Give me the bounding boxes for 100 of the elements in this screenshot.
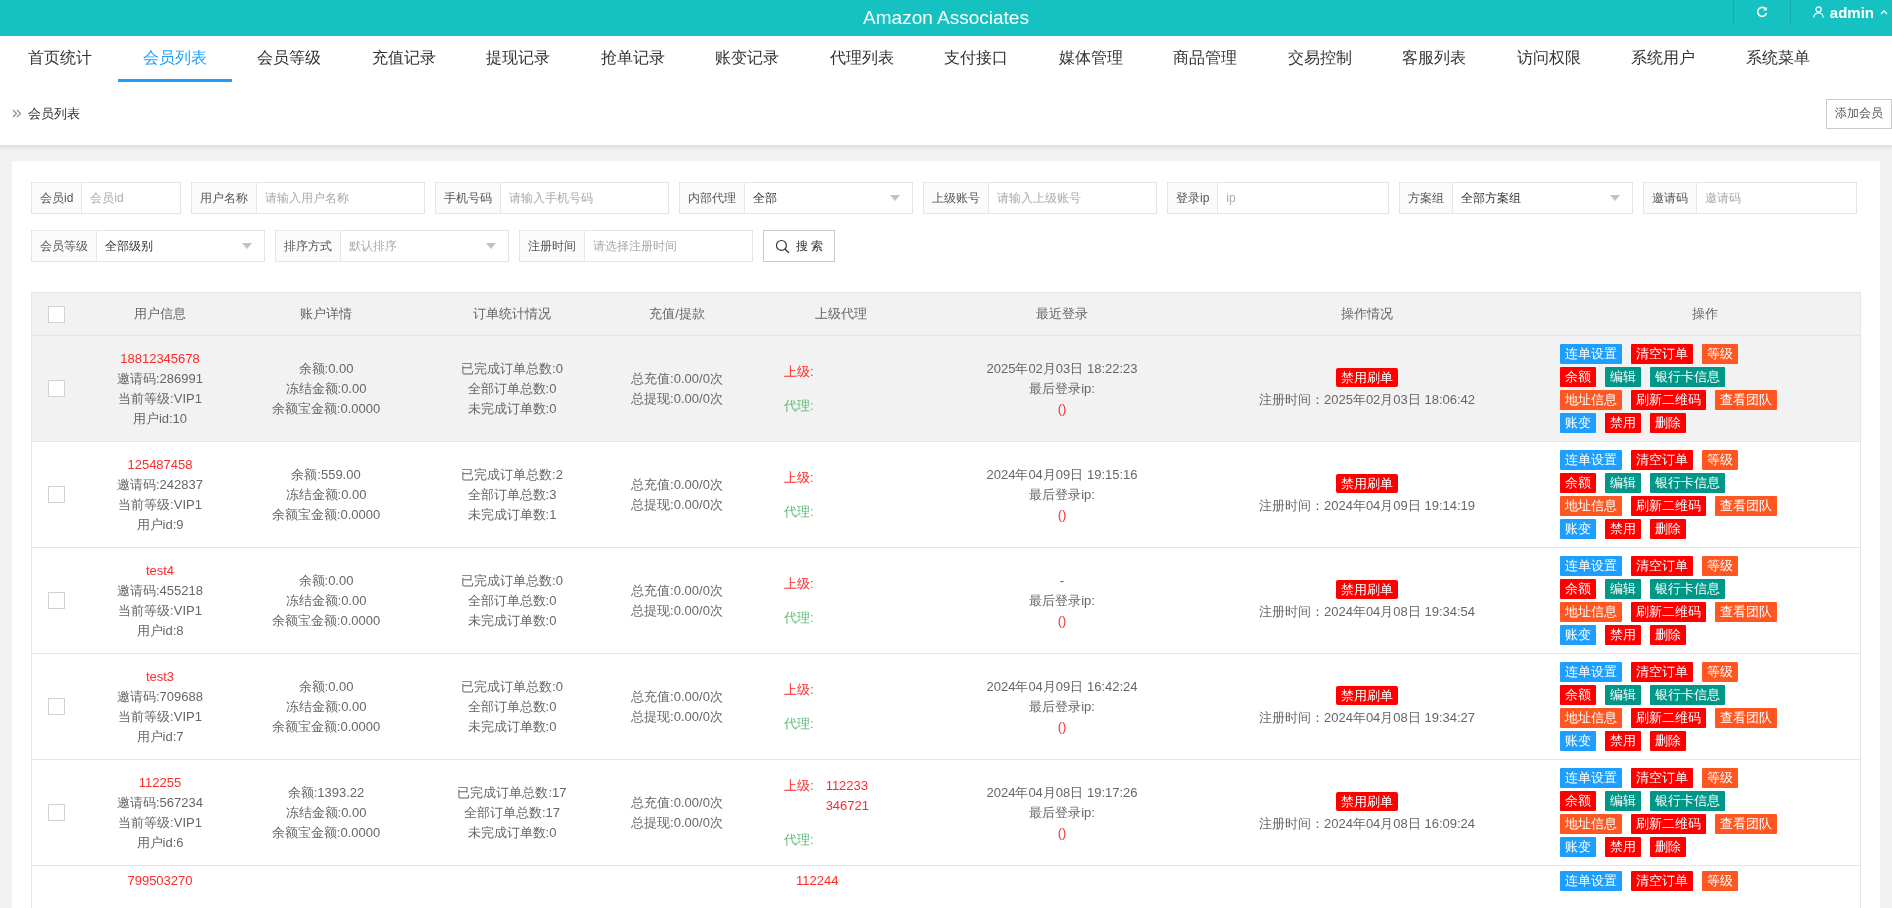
action-button[interactable]: 清空订单 xyxy=(1631,662,1693,682)
action-button[interactable]: 删除 xyxy=(1650,519,1686,539)
nav-tab[interactable]: 媒体管理 xyxy=(1033,36,1148,82)
action-button[interactable]: 删除 xyxy=(1650,731,1686,751)
nav-tab[interactable]: 充值记录 xyxy=(346,36,461,82)
action-button[interactable]: 银行卡信息 xyxy=(1650,473,1725,493)
action-button[interactable]: 清空订单 xyxy=(1631,871,1693,891)
action-button[interactable]: 余额 xyxy=(1560,473,1596,493)
nav-tab[interactable]: 首页统计 xyxy=(3,36,118,82)
nav-tab[interactable]: 交易控制 xyxy=(1262,36,1377,82)
action-button[interactable]: 账变 xyxy=(1560,837,1596,857)
action-button[interactable]: 编辑 xyxy=(1605,791,1641,811)
nav-tab[interactable]: 抢单记录 xyxy=(575,36,690,82)
action-button[interactable]: 余额 xyxy=(1560,367,1596,387)
action-button[interactable]: 查看团队 xyxy=(1715,814,1777,834)
action-button[interactable]: 查看团队 xyxy=(1715,708,1777,728)
action-button[interactable]: 账变 xyxy=(1560,731,1596,751)
row-checkbox[interactable] xyxy=(47,804,65,821)
action-button[interactable]: 连单设置 xyxy=(1560,662,1622,682)
action-button[interactable]: 余额 xyxy=(1560,791,1596,811)
nav-tab[interactable]: 会员等级 xyxy=(232,36,347,82)
action-button[interactable]: 禁用 xyxy=(1605,837,1641,857)
action-button[interactable]: 禁用 xyxy=(1605,519,1641,539)
user-menu-button[interactable]: admin xyxy=(1789,0,1892,24)
row-checkbox[interactable] xyxy=(47,486,65,503)
action-button[interactable]: 账变 xyxy=(1560,519,1596,539)
action-button[interactable]: 连单设置 xyxy=(1560,450,1622,470)
action-button[interactable]: 刷新二维码 xyxy=(1631,814,1706,834)
action-button[interactable]: 清空订单 xyxy=(1631,450,1693,470)
action-button[interactable]: 连单设置 xyxy=(1560,556,1622,576)
action-button[interactable]: 等级 xyxy=(1702,871,1738,891)
filter-field[interactable]: 邀请码 邀请码 xyxy=(1643,182,1857,214)
action-button[interactable]: 地址信息 xyxy=(1560,496,1622,516)
filter-field[interactable]: 会员等级 全部级别 xyxy=(31,230,265,262)
action-button[interactable]: 删除 xyxy=(1650,837,1686,857)
action-button[interactable]: 刷新二维码 xyxy=(1631,602,1706,622)
nav-tab[interactable]: 账变记录 xyxy=(690,36,805,82)
action-button[interactable]: 刷新二维码 xyxy=(1631,496,1706,516)
action-button[interactable]: 地址信息 xyxy=(1560,390,1622,410)
action-button[interactable]: 连单设置 xyxy=(1560,344,1622,364)
action-button[interactable]: 禁用 xyxy=(1605,413,1641,433)
action-button[interactable]: 禁用 xyxy=(1605,625,1641,645)
nav-tab[interactable]: 支付接口 xyxy=(919,36,1034,82)
filter-field[interactable]: 内部代理 全部 xyxy=(679,182,913,214)
action-button[interactable]: 清空订单 xyxy=(1631,344,1693,364)
action-button[interactable]: 银行卡信息 xyxy=(1650,367,1725,387)
action-button[interactable]: 清空订单 xyxy=(1631,556,1693,576)
action-button[interactable]: 编辑 xyxy=(1605,685,1641,705)
action-button[interactable]: 刷新二维码 xyxy=(1631,708,1706,728)
breadcrumb[interactable]: 会员列表 xyxy=(28,104,80,123)
filter-field[interactable]: 注册时间 请选择注册时间 xyxy=(519,230,753,262)
action-button[interactable]: 账变 xyxy=(1560,625,1596,645)
action-button[interactable]: 银行卡信息 xyxy=(1650,791,1725,811)
action-button[interactable]: 地址信息 xyxy=(1560,708,1622,728)
action-button[interactable]: 连单设置 xyxy=(1560,871,1622,891)
row-checkbox[interactable] xyxy=(47,380,65,397)
filter-field[interactable]: 方案组 全部方案组 xyxy=(1399,182,1633,214)
action-button[interactable]: 查看团队 xyxy=(1715,602,1777,622)
action-button[interactable]: 等级 xyxy=(1702,662,1738,682)
action-button[interactable]: 等级 xyxy=(1702,450,1738,470)
filter-field[interactable]: 手机号码 请输入手机号码 xyxy=(435,182,669,214)
nav-tab[interactable]: 提现记录 xyxy=(461,36,576,82)
action-button[interactable]: 刷新二维码 xyxy=(1631,390,1706,410)
action-button[interactable]: 清空订单 xyxy=(1631,768,1693,788)
nav-tab[interactable]: 代理列表 xyxy=(804,36,919,82)
filter-field[interactable]: 登录ip ip xyxy=(1167,182,1389,214)
action-button[interactable]: 删除 xyxy=(1650,625,1686,645)
action-button[interactable]: 余额 xyxy=(1560,579,1596,599)
nav-tab[interactable]: 系统菜单 xyxy=(1720,36,1835,82)
nav-tab[interactable]: 系统用户 xyxy=(1606,36,1721,82)
select-all-checkbox[interactable] xyxy=(47,305,65,323)
search-button[interactable]: 搜 索 xyxy=(763,230,836,262)
action-button[interactable]: 地址信息 xyxy=(1560,814,1622,834)
row-checkbox[interactable] xyxy=(47,698,65,715)
funds-stat: 总提现:0.00/0次 xyxy=(631,495,723,514)
action-button[interactable]: 等级 xyxy=(1702,768,1738,788)
action-button[interactable]: 余额 xyxy=(1560,685,1596,705)
filter-field[interactable]: 排序方式 默认排序 xyxy=(275,230,509,262)
action-button[interactable]: 地址信息 xyxy=(1560,602,1622,622)
nav-tab[interactable]: 访问权限 xyxy=(1491,36,1606,82)
add-member-button[interactable]: 添加会员 xyxy=(1826,98,1892,129)
filter-field[interactable]: 用户名称 请输入用户名称 xyxy=(191,182,425,214)
action-button[interactable]: 删除 xyxy=(1650,413,1686,433)
filter-field[interactable]: 会员id 会员id xyxy=(31,182,181,214)
action-button[interactable]: 查看团队 xyxy=(1715,496,1777,516)
action-button[interactable]: 编辑 xyxy=(1605,367,1641,387)
action-button[interactable]: 连单设置 xyxy=(1560,768,1622,788)
action-button[interactable]: 等级 xyxy=(1702,556,1738,576)
action-button[interactable]: 等级 xyxy=(1702,344,1738,364)
action-button[interactable]: 账变 xyxy=(1560,413,1596,433)
action-button[interactable]: 银行卡信息 xyxy=(1650,685,1725,705)
action-button[interactable]: 查看团队 xyxy=(1715,390,1777,410)
action-button[interactable]: 编辑 xyxy=(1605,579,1641,599)
row-checkbox[interactable] xyxy=(47,592,65,609)
action-button[interactable]: 禁用 xyxy=(1605,731,1641,751)
filter-field[interactable]: 上级账号 请输入上级账号 xyxy=(923,182,1157,214)
nav-tab[interactable]: 客服列表 xyxy=(1377,36,1492,82)
action-button[interactable]: 银行卡信息 xyxy=(1650,579,1725,599)
action-button[interactable]: 编辑 xyxy=(1605,473,1641,493)
nav-tab[interactable]: 商品管理 xyxy=(1148,36,1263,82)
